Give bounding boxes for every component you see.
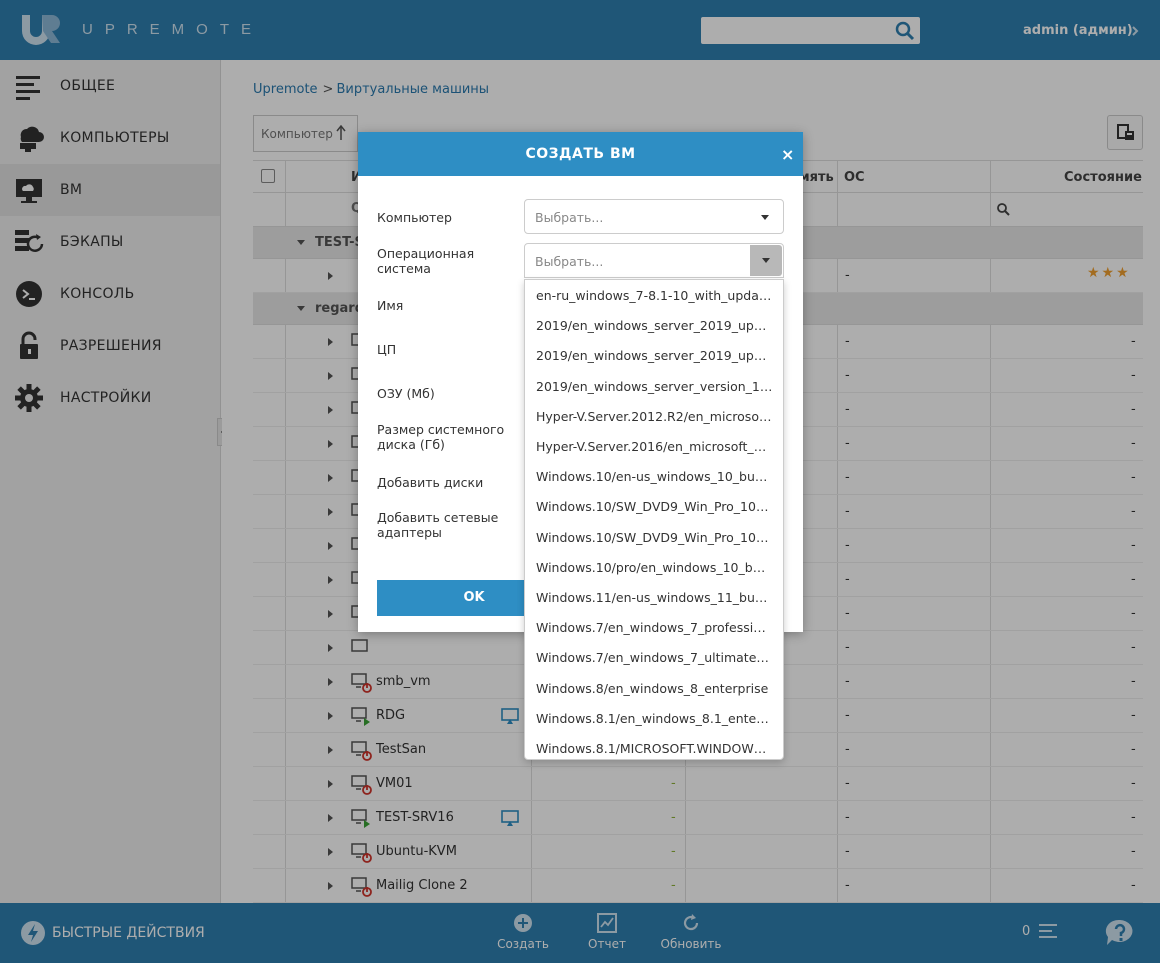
dialog-header: СОЗДАТЬ ВМ × — [358, 132, 803, 176]
os-dropdown-list: en-ru_windows_7-8.1-10_with_updates 2019/… — [524, 279, 784, 760]
disk-size-label: Размер системного диска (Гб) — [377, 422, 505, 452]
computer-select[interactable]: Выбрать... — [524, 199, 784, 234]
os-option[interactable]: Windows.8/en_windows_8_enterprise — [525, 673, 783, 703]
ram-label: ОЗУ (Мб) — [377, 386, 435, 401]
os-select-placeholder: Выбрать... — [535, 254, 604, 269]
os-select-toggle[interactable] — [750, 245, 782, 276]
add-adapters-label: Добавить сетевые адаптеры — [377, 510, 499, 540]
os-option[interactable]: Windows.10/en-us_windows_10_business — [525, 461, 783, 491]
chevron-down-icon — [762, 258, 770, 263]
os-option[interactable]: Windows.8.1/en_windows_8.1_enterprise — [525, 703, 783, 733]
cpu-label: ЦП — [377, 342, 397, 357]
os-option[interactable]: Windows.10/SW_DVD9_Win_Pro_10_21H1 — [525, 522, 783, 552]
os-option[interactable]: Hyper-V.Server.2016/en_microsoft_hyper — [525, 431, 783, 461]
os-option[interactable]: 2019/en_windows_server_2019_updated — [525, 340, 783, 370]
computer-select-placeholder: Выбрать... — [535, 210, 604, 225]
add-disks-label: Добавить диски — [377, 475, 484, 490]
os-select[interactable]: Выбрать... — [524, 243, 784, 278]
os-label: Операционная система — [377, 246, 475, 276]
os-option[interactable]: 2019/en_windows_server_version_1903 — [525, 371, 783, 401]
close-icon[interactable]: × — [781, 145, 794, 164]
os-option[interactable]: Hyper-V.Server.2012.R2/en_microsoft_hype… — [525, 401, 783, 431]
os-option[interactable]: Windows.7/en_windows_7_professional — [525, 612, 783, 642]
dialog-title: СОЗДАТЬ ВМ — [525, 146, 636, 162]
chevron-down-icon — [761, 215, 769, 220]
os-option[interactable]: Windows.7/en_windows_7_ultimate_with — [525, 642, 783, 672]
os-option[interactable]: Windows.8.1/MICROSOFT.WINDOWS.8.1 — [525, 733, 783, 759]
os-option[interactable]: Windows.11/en-us_windows_11_business — [525, 582, 783, 612]
os-option[interactable]: 2019/en_windows_server_2019_updated — [525, 310, 783, 340]
os-option[interactable]: en-ru_windows_7-8.1-10_with_updates — [525, 280, 783, 310]
name-label: Имя — [377, 298, 404, 313]
os-option[interactable]: Windows.10/pro/en_windows_10_business — [525, 552, 783, 582]
os-option[interactable]: Windows.10/SW_DVD9_Win_Pro_10_20H2 — [525, 491, 783, 521]
computer-label: Компьютер — [377, 210, 452, 225]
